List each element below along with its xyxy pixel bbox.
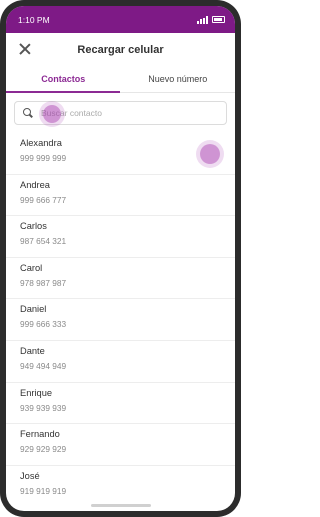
contact-item[interactable]: Daniel 999 666 333 bbox=[6, 299, 235, 341]
contact-phone: 999 999 999 bbox=[20, 153, 67, 163]
contact-phone: 929 929 929 bbox=[20, 444, 67, 455]
screen: 1:10 PM Recargar celular Contactos Nuevo… bbox=[6, 6, 235, 511]
status-bar: 1:10 PM bbox=[6, 6, 235, 33]
touch-indicator bbox=[200, 144, 220, 164]
contact-item[interactable]: Dante 949 494 949 bbox=[6, 341, 235, 383]
search-box[interactable] bbox=[14, 101, 227, 125]
contact-phone: 999 666 333 bbox=[20, 319, 67, 330]
search-section bbox=[6, 93, 235, 131]
touch-indicator bbox=[43, 105, 61, 123]
contact-name: Alexandra bbox=[20, 138, 62, 148]
search-input[interactable] bbox=[41, 108, 191, 118]
contact-item[interactable]: Fernando 929 929 929 bbox=[6, 424, 235, 466]
tab-nuevo-numero[interactable]: Nuevo número bbox=[121, 67, 236, 92]
contact-phone: 949 494 949 bbox=[20, 360, 67, 371]
contact-item[interactable]: Enrique 939 939 939 bbox=[6, 383, 235, 425]
contact-item[interactable]: Andrea 999 666 777 bbox=[6, 175, 235, 217]
contact-phone: 987 654 321 bbox=[20, 236, 67, 247]
contact-name: José bbox=[20, 470, 40, 481]
contact-list: Alexandra 999 999 999 Andrea 999 666 777… bbox=[6, 133, 235, 507]
page-title: Recargar celular bbox=[77, 44, 164, 56]
contact-item[interactable]: Alexandra 999 999 999 bbox=[6, 133, 235, 175]
close-icon[interactable] bbox=[18, 42, 32, 56]
status-icons bbox=[197, 15, 225, 24]
active-tab-indicator bbox=[6, 91, 120, 93]
contact-phone: 919 919 919 bbox=[20, 485, 67, 496]
contact-name: Carlos bbox=[20, 221, 47, 232]
contact-item[interactable]: José 919 919 919 bbox=[6, 466, 235, 508]
battery-icon bbox=[212, 16, 225, 23]
contact-name: Carol bbox=[20, 262, 43, 273]
contact-name: Daniel bbox=[20, 304, 47, 315]
contact-name: Fernando bbox=[20, 429, 60, 440]
contact-name: Andrea bbox=[20, 179, 50, 190]
contact-item[interactable]: Carlos 987 654 321 bbox=[6, 216, 235, 258]
contact-name: Dante bbox=[20, 345, 45, 356]
signal-icon bbox=[197, 15, 208, 24]
contact-name: Enrique bbox=[20, 387, 53, 398]
tab-bar: Contactos Nuevo número bbox=[6, 67, 235, 93]
phone-frame: 1:10 PM Recargar celular Contactos Nuevo… bbox=[0, 0, 241, 517]
header: Recargar celular bbox=[6, 33, 235, 67]
home-indicator bbox=[90, 504, 151, 507]
status-time: 1:10 PM bbox=[18, 14, 50, 25]
contact-phone: 978 987 987 bbox=[20, 277, 67, 288]
search-icon bbox=[23, 108, 33, 118]
contact-phone: 939 939 939 bbox=[20, 402, 67, 413]
contact-item[interactable]: Carol 978 987 987 bbox=[6, 258, 235, 300]
contact-phone: 999 666 777 bbox=[20, 194, 67, 205]
tab-contactos[interactable]: Contactos bbox=[6, 67, 121, 92]
